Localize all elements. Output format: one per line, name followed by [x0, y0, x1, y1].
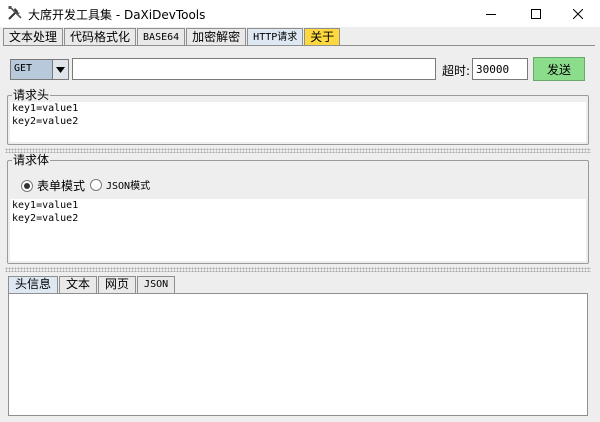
chevron-down-icon[interactable]	[52, 60, 68, 79]
body-textarea[interactable]: key1=value1 key2=value2	[10, 199, 586, 261]
minimize-button[interactable]	[468, 0, 513, 27]
tab-http-request[interactable]: HTTP请求	[247, 28, 304, 46]
body-title: 请求体	[12, 153, 51, 167]
radio-button-selected[interactable]	[21, 179, 33, 192]
tab-code-format[interactable]: 代码格式化	[64, 28, 137, 46]
tab-response-headers[interactable]: 头信息	[8, 276, 59, 293]
response-content[interactable]	[8, 293, 588, 416]
radio-form-mode[interactable]: 表单模式	[21, 177, 85, 194]
radio-form-label: 表单模式	[37, 179, 86, 193]
method-value: GET	[14, 63, 33, 74]
method-select[interactable]: GET	[10, 59, 69, 80]
send-button[interactable]: 发送	[533, 57, 585, 81]
main-frame: 文本处理 代码格式化 BASE64 加密解密 HTTP请求 关于 GET 超时:…	[0, 27, 600, 422]
timeout-input[interactable]	[472, 58, 528, 80]
headers-textarea[interactable]: key1=value1 key2=value2	[10, 102, 586, 142]
tab-response-text[interactable]: 文本	[59, 276, 98, 293]
headers-group: 请求头 key1=value1 key2=value2	[7, 88, 589, 145]
radio-json-label: JSON模式	[106, 181, 151, 192]
tools-icon	[8, 6, 22, 20]
body-line: key1=value1	[12, 200, 79, 211]
main-tabs: 文本处理 代码格式化 BASE64 加密解密 HTTP请求 关于	[3, 28, 341, 46]
minimize-icon	[485, 13, 496, 15]
close-button[interactable]	[555, 0, 600, 27]
close-icon	[572, 8, 583, 19]
body-group: 请求体 表单模式 JSON模式 key1=value1 key2=value2	[7, 153, 589, 264]
url-input[interactable]	[72, 58, 436, 80]
radio-json-mode[interactable]: JSON模式	[90, 177, 150, 192]
tab-response-json[interactable]: JSON	[137, 276, 176, 293]
tab-about[interactable]: 关于	[304, 28, 341, 46]
maximize-icon	[530, 8, 541, 19]
tab-base64[interactable]: BASE64	[137, 28, 186, 46]
maximize-button[interactable]	[513, 0, 558, 27]
tabs-divider	[3, 45, 595, 46]
response-tabs: 头信息 文本 网页 JSON	[8, 276, 176, 293]
tab-response-web[interactable]: 网页	[98, 276, 137, 293]
window-title: 大席开发工具集 - DaXiDevTools	[28, 8, 206, 22]
radio-button[interactable]	[90, 178, 102, 191]
splitter-bottom[interactable]	[5, 267, 591, 272]
tab-encrypt-decrypt[interactable]: 加密解密	[186, 28, 247, 46]
splitter-top[interactable]	[5, 148, 591, 153]
timeout-label: 超时:	[442, 64, 471, 78]
body-line: key2=value2	[12, 213, 79, 224]
title-bar[interactable]: 大席开发工具集 - DaXiDevTools	[0, 0, 600, 27]
tab-text-processing[interactable]: 文本处理	[3, 28, 64, 46]
header-line: key2=value2	[12, 116, 79, 127]
header-line: key1=value1	[12, 103, 79, 114]
headers-title: 请求头	[12, 88, 51, 102]
